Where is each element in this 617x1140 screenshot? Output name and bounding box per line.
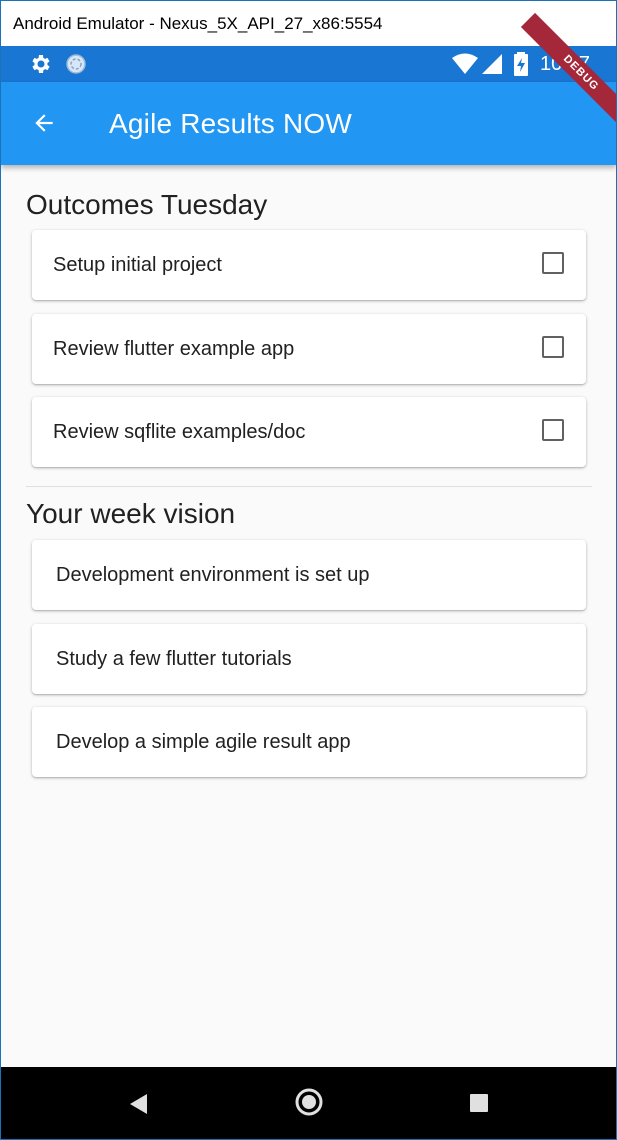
outcome-label: Review flutter example app	[53, 338, 295, 360]
back-button[interactable]	[23, 102, 65, 144]
gear-icon	[28, 52, 52, 76]
app-bar: Agile Results NOW	[1, 82, 616, 165]
outcome-card[interactable]: Setup initial project	[32, 230, 586, 300]
outcomes-section-title: Outcomes Tuesday	[26, 189, 268, 220]
sync-icon	[65, 53, 87, 75]
outcome-card[interactable]: Review sqflite examples/doc	[32, 397, 586, 467]
outcome-checkbox[interactable]	[542, 336, 564, 358]
android-nav-bar	[1, 1067, 616, 1139]
outcome-label: Setup initial project	[53, 254, 222, 276]
cellular-signal-icon	[482, 54, 504, 74]
section-divider	[26, 486, 592, 487]
outcome-card[interactable]: Review flutter example app	[32, 314, 586, 384]
outcome-label: Review sqflite examples/doc	[53, 421, 306, 443]
main-content: Outcomes Tuesday Setup initial project R…	[1, 165, 616, 1067]
outcome-checkbox[interactable]	[542, 419, 564, 441]
wifi-icon	[452, 53, 478, 75]
battery-charging-icon	[513, 52, 529, 76]
nav-home-icon[interactable]	[294, 1087, 324, 1117]
vision-section-title: Your week vision	[26, 498, 236, 529]
nav-back-icon[interactable]	[127, 1092, 151, 1116]
vision-label: Develop a simple agile result app	[56, 731, 351, 753]
emulator-window: Android Emulator - Nexus_5X_API_27_x86:5…	[0, 0, 617, 1140]
arrow-back-icon	[31, 110, 57, 136]
outcome-checkbox[interactable]	[542, 252, 564, 274]
vision-label: Development environment is set up	[56, 564, 370, 586]
vision-label: Study a few flutter tutorials	[56, 648, 292, 670]
vision-card[interactable]: Develop a simple agile result app	[32, 707, 586, 777]
window-title: Android Emulator - Nexus_5X_API_27_x86:5…	[13, 14, 383, 33]
android-status-bar: 10:47	[1, 46, 616, 82]
vision-card[interactable]: Development environment is set up	[32, 540, 586, 610]
page-title: Agile Results NOW	[109, 108, 353, 139]
vision-card[interactable]: Study a few flutter tutorials	[32, 624, 586, 694]
nav-recents-icon[interactable]	[469, 1093, 489, 1113]
